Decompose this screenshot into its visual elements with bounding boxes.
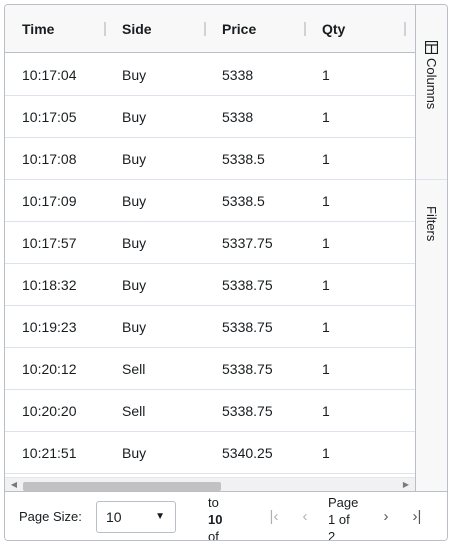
last-page-icon[interactable]: ›| (409, 492, 425, 540)
pagination-panel: Page Size: 10 ▼ to 10 of |‹ ‹ Page 1 of … (5, 491, 447, 540)
previous-page-icon[interactable]: ‹ (297, 492, 313, 540)
table-row[interactable]: 10:17:04 Buy 5338 1 (5, 54, 415, 96)
cell-side[interactable]: Buy (105, 138, 205, 180)
cell-side[interactable]: Buy (105, 180, 205, 222)
cell-price[interactable]: 5338.5 (205, 138, 305, 180)
column-resize-handle[interactable] (404, 22, 406, 36)
data-grid: Time Side Price Qty 10:17:04 Buy 5338 1 10:1… (4, 4, 448, 541)
table-row[interactable]: 10:20:12 Sell 5338.75 1 (5, 348, 415, 390)
cell-time[interactable]: 10:18:32 (5, 264, 105, 306)
cell-side[interactable]: Buy (105, 222, 205, 264)
next-page-icon[interactable]: › (378, 492, 394, 540)
page-size-label: Page Size: (19, 509, 82, 524)
cell-price[interactable]: 5337.75 (205, 222, 305, 264)
cell-price[interactable]: 5338.75 (205, 306, 305, 348)
chevron-down-icon: ▼ (155, 511, 165, 522)
cell-qty[interactable]: 1 (305, 138, 405, 180)
cell-side[interactable]: Sell (105, 390, 205, 432)
cell-side[interactable]: Buy (105, 306, 205, 348)
cell-side[interactable]: Buy (105, 96, 205, 138)
page-summary-page: Page (328, 495, 359, 510)
cell-qty[interactable]: 1 (305, 390, 405, 432)
page-summary-current: 1 (328, 512, 336, 527)
cell-qty[interactable]: 1 (305, 96, 405, 138)
table-row[interactable]: 10:17:05 Buy 5338 1 (5, 96, 415, 138)
table-row[interactable]: 10:21:51 Buy 5340.25 1 (5, 432, 415, 474)
columns-icon (425, 41, 438, 54)
columns-tool-button[interactable]: Columns (416, 5, 447, 180)
cell-time[interactable]: 10:17:05 (5, 96, 105, 138)
cell-time[interactable]: 10:17:08 (5, 138, 105, 180)
filters-tool-label: Filters (424, 206, 439, 242)
cell-side[interactable]: Buy (105, 54, 205, 96)
column-header-side[interactable]: Side (105, 5, 205, 53)
cell-side[interactable]: Sell (105, 348, 205, 390)
columns-tool-label: Columns (424, 58, 439, 110)
cell-price[interactable]: 5340.25 (205, 432, 305, 474)
table-row[interactable]: 10:19:23 Buy 5338.75 1 (5, 306, 415, 348)
filters-tool-button[interactable]: Filters (416, 180, 447, 270)
cell-time[interactable]: 10:17:04 (5, 54, 105, 96)
column-header-time[interactable]: Time (5, 5, 105, 53)
side-bar: Columns Filters (415, 5, 447, 491)
cell-time[interactable]: 10:20:12 (5, 348, 105, 390)
cell-time[interactable]: 10:17:57 (5, 222, 105, 264)
table-row[interactable]: 10:17:08 Buy 5338.5 1 (5, 138, 415, 180)
cell-qty[interactable]: 1 (305, 264, 405, 306)
row-summary-of: of (208, 529, 219, 541)
cell-price[interactable]: 5338.75 (205, 348, 305, 390)
cell-price[interactable]: 5338.75 (205, 390, 305, 432)
cell-time[interactable]: 10:19:23 (5, 306, 105, 348)
cell-price[interactable]: 5338 (205, 54, 305, 96)
page-summary-of: of (338, 512, 350, 527)
page-summary-total: 2 (328, 529, 336, 541)
table-row[interactable]: 10:17:09 Buy 5338.5 1 (5, 180, 415, 222)
table-row[interactable]: 10:17:57 Buy 5337.75 1 (5, 222, 415, 264)
table-row[interactable]: 10:18:32 Buy 5338.75 1 (5, 264, 415, 306)
table-row[interactable]: 10:20:20 Sell 5338.75 1 (5, 390, 415, 432)
cell-side[interactable]: Buy (105, 264, 205, 306)
row-summary: to 10 of (208, 494, 238, 541)
cell-qty[interactable]: 1 (305, 180, 405, 222)
cell-qty[interactable]: 1 (305, 54, 405, 96)
cell-time[interactable]: 10:20:20 (5, 390, 105, 432)
cell-price[interactable]: 5338.5 (205, 180, 305, 222)
horizontal-scrollbar[interactable]: ◀ ▶ (5, 477, 415, 491)
cell-price[interactable]: 5338.75 (205, 264, 305, 306)
column-header-price[interactable]: Price (205, 5, 305, 53)
page-summary: Page 1 of 2 (328, 494, 370, 541)
cell-time[interactable]: 10:21:51 (5, 432, 105, 474)
page-size-value: 10 (106, 509, 122, 525)
grid-body: Time Side Price Qty 10:17:04 Buy 5338 1 10:1… (5, 5, 415, 491)
grid-header: Time Side Price Qty (5, 5, 415, 53)
scroll-right-arrow-icon[interactable]: ▶ (399, 478, 413, 491)
cell-qty[interactable]: 1 (305, 306, 405, 348)
first-page-icon[interactable]: |‹ (266, 492, 282, 540)
column-header-qty[interactable]: Qty (305, 5, 405, 53)
scrollbar-thumb[interactable] (23, 482, 221, 491)
cell-qty[interactable]: 1 (305, 348, 405, 390)
row-summary-to-value: 10 (208, 512, 223, 527)
cell-time[interactable]: 10:17:09 (5, 180, 105, 222)
row-summary-to: to (208, 495, 219, 510)
scroll-left-arrow-icon[interactable]: ◀ (7, 478, 21, 491)
cell-qty[interactable]: 1 (305, 222, 405, 264)
cell-price[interactable]: 5338 (205, 96, 305, 138)
cell-qty[interactable]: 1 (305, 432, 405, 474)
page-size-select[interactable]: 10 ▼ (96, 501, 176, 533)
cell-side[interactable]: Buy (105, 432, 205, 474)
